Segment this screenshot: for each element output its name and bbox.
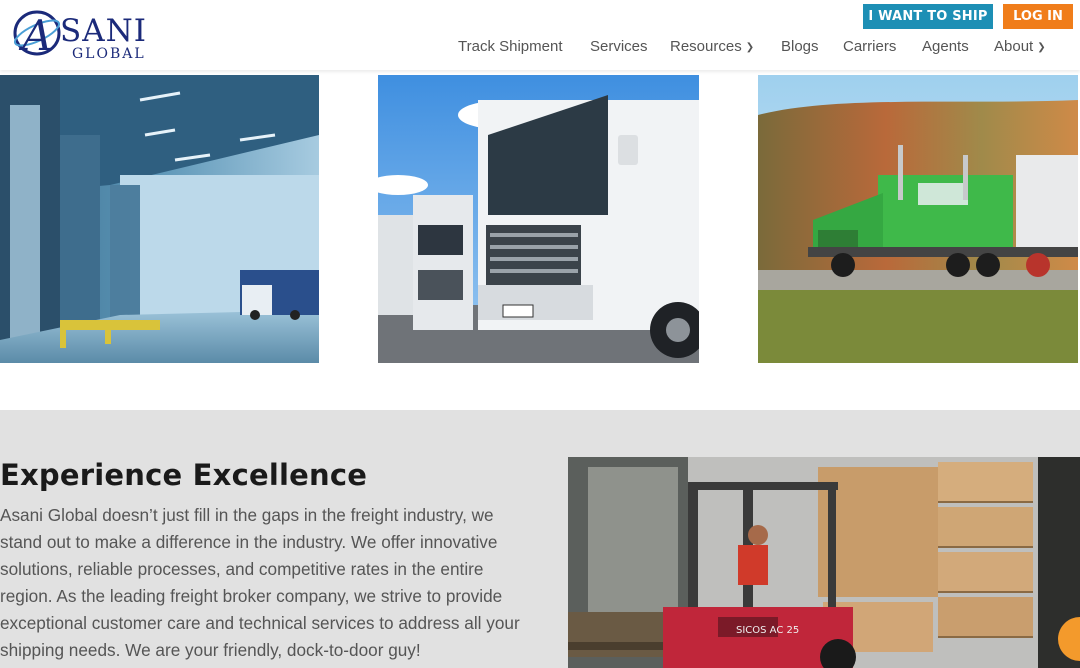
logo-text: SANI xyxy=(60,13,147,49)
nav-label: Resources xyxy=(670,38,742,55)
photo-trucks xyxy=(378,75,699,363)
i-want-to-ship-button[interactable]: I WANT TO SHIP xyxy=(863,4,993,29)
chevron-down-icon: ❯ xyxy=(745,42,755,53)
photo-green-truck xyxy=(758,75,1078,363)
nav-item-blogs[interactable]: Blogs xyxy=(781,38,819,56)
nav-label: About xyxy=(994,38,1034,55)
logo-mark-letter: A xyxy=(18,11,52,58)
chevron-down-icon: ❯ xyxy=(1037,42,1046,53)
log-in-button[interactable]: LOG IN xyxy=(1003,4,1073,29)
nav-label: Track Shipment xyxy=(458,38,563,55)
nav-label: Agents xyxy=(922,38,969,55)
site-header: A SANI GLOBAL I WANT TO SHIP LOG IN Trac… xyxy=(0,0,1080,70)
nav-item-services[interactable]: Services xyxy=(590,38,648,56)
photo-warehouse xyxy=(0,75,319,363)
nav-item-agents[interactable]: Agents xyxy=(922,38,969,56)
logo-subtitle: GLOBAL xyxy=(72,46,146,62)
section-body: Asani Global doesn’t just fill in the ga… xyxy=(0,505,520,660)
forklift-label: SICOS AC 25 xyxy=(736,625,799,636)
nav-item-about[interactable]: About ❯ xyxy=(994,38,1046,57)
nav-label: Carriers xyxy=(843,38,897,55)
photo-forklift: SICOS AC 25 xyxy=(568,457,1080,668)
nav-label: Services xyxy=(590,38,648,55)
nav-label: Blogs xyxy=(781,38,819,55)
site-logo[interactable]: A SANI GLOBAL xyxy=(10,4,150,62)
experience-section: Experience Excellence Asani Global doesn… xyxy=(0,410,1080,668)
section-title: Experience Excellence xyxy=(0,458,368,492)
nav-item-carriers[interactable]: Carriers xyxy=(843,38,896,56)
nav-item-track-shipment[interactable]: Track Shipment xyxy=(458,38,562,56)
nav-item-resources[interactable]: Resources ❯ xyxy=(670,38,754,57)
